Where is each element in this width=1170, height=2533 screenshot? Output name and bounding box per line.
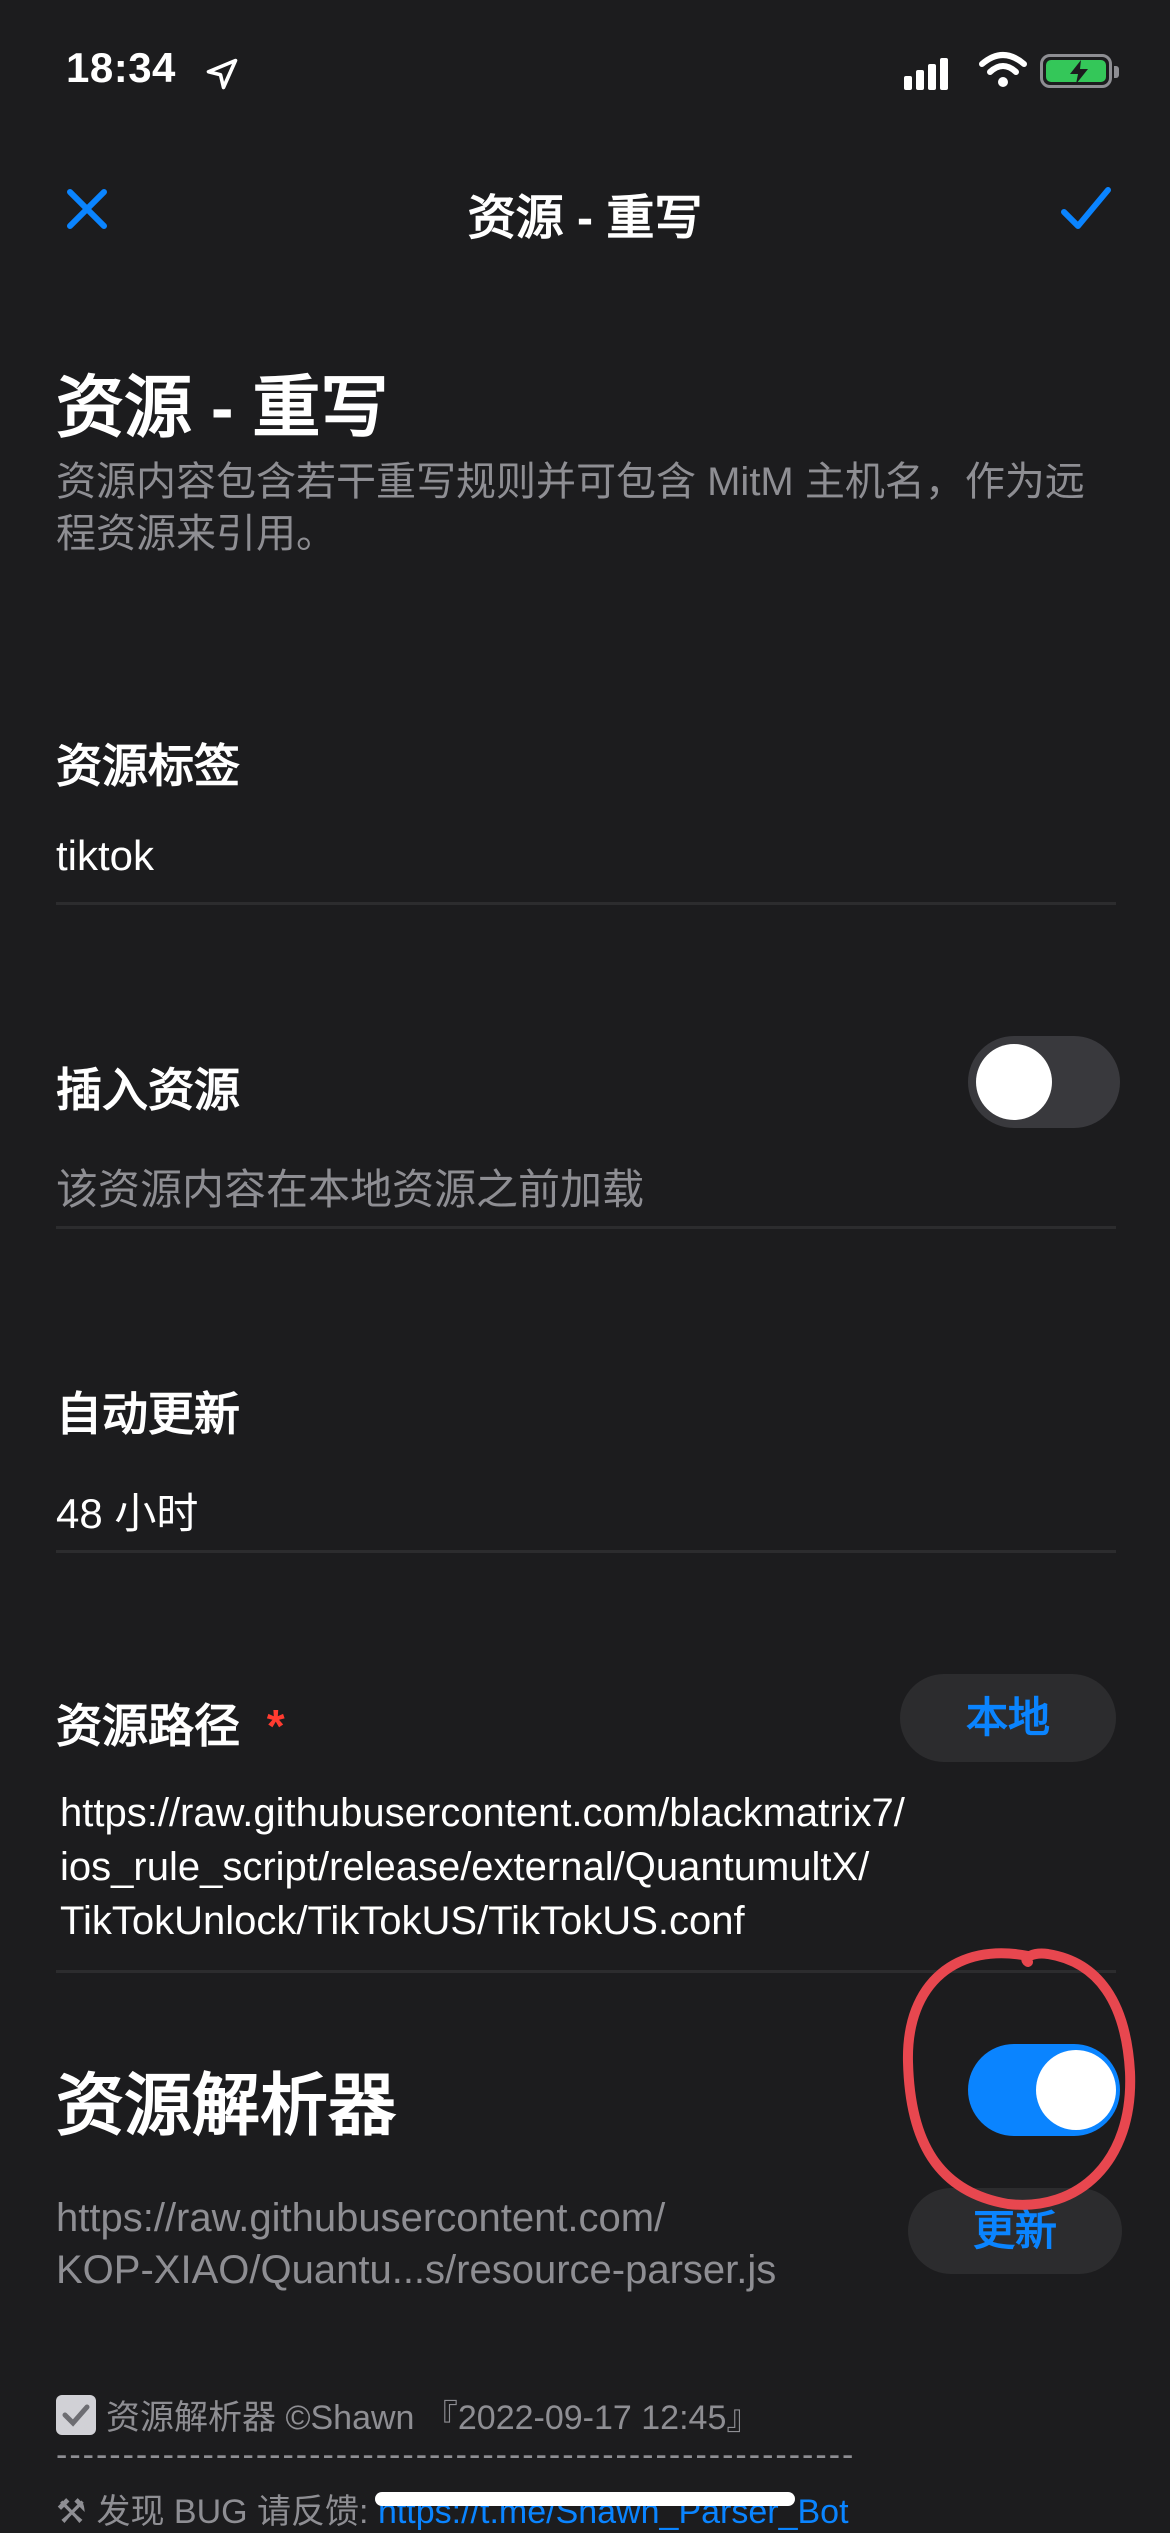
auto-update-label: 自动更新 bbox=[56, 1388, 240, 1440]
cellular-signal-icon bbox=[904, 58, 952, 90]
parser-info-row: 资源解析器 ©Shawn 『2022-09-17 12:45』 bbox=[56, 2390, 760, 2439]
insert-resource-hint: 该资源内容在本地资源之前加载 bbox=[56, 1166, 645, 1213]
divider bbox=[56, 902, 1116, 905]
url-line: https://raw.githubusercontent.com/blackm… bbox=[60, 1791, 905, 1835]
page-description: 资源内容包含若干重写规则并可包含 MitM 主机名，作为远程资源来引用。 bbox=[56, 460, 1085, 556]
insert-resource-toggle[interactable] bbox=[968, 1036, 1120, 1128]
checkbox-icon bbox=[56, 2394, 96, 2435]
url-line: TikTokUnlock/TikTokUS/TikTokUS.conf bbox=[60, 1899, 745, 1943]
resource-path-label-text: 资源路径 bbox=[56, 1700, 240, 1752]
url-line: ios_rule_script/release/external/Quantum… bbox=[60, 1845, 870, 1889]
insert-resource-label: 插入资源 bbox=[56, 1064, 240, 1116]
parser-info-text: 资源解析器 ©Shawn 『2022-09-17 12:45』 bbox=[106, 2399, 761, 2437]
checkmark-icon[interactable] bbox=[1058, 184, 1114, 234]
resource-parser-label: 资源解析器 bbox=[56, 2068, 397, 2144]
nav-title: 资源 - 重写 bbox=[467, 192, 703, 245]
annotation-circle bbox=[902, 1948, 1136, 2210]
auto-update-value[interactable]: 48 小时 bbox=[56, 1480, 198, 1541]
toggle-knob bbox=[976, 1044, 1052, 1120]
required-mark: * bbox=[266, 1700, 285, 1752]
bug-report-text: 发现 BUG 请反馈: bbox=[96, 2493, 378, 2531]
divider bbox=[56, 1226, 1116, 1229]
tools-icon: ⚒ bbox=[56, 2493, 87, 2531]
local-button[interactable]: 本地 bbox=[900, 1674, 1116, 1762]
resource-parser-url[interactable]: https://raw.githubusercontent.com/ KOP-X… bbox=[56, 2192, 776, 2296]
url-line: KOP-XIAO/Quantu...s/resource-parser.js bbox=[56, 2248, 777, 2292]
resource-path-url[interactable]: https://raw.githubusercontent.com/blackm… bbox=[60, 1786, 905, 1948]
dashed-separator: ----------------------------------------… bbox=[56, 2436, 856, 2474]
location-arrow-icon bbox=[206, 58, 238, 90]
url-line: https://raw.githubusercontent.com/ bbox=[56, 2196, 666, 2240]
battery-icon bbox=[1040, 54, 1119, 88]
wifi-icon bbox=[979, 52, 1027, 87]
divider bbox=[56, 1550, 1116, 1553]
resource-tag-input[interactable]: tiktok bbox=[56, 832, 154, 880]
page-title: 资源 - 重写 bbox=[56, 370, 389, 446]
resource-path-label: 资源路径 * bbox=[56, 1690, 285, 1756]
resource-tag-label: 资源标签 bbox=[56, 740, 240, 792]
status-time: 18:34 bbox=[66, 44, 176, 91]
home-indicator bbox=[375, 2492, 795, 2506]
